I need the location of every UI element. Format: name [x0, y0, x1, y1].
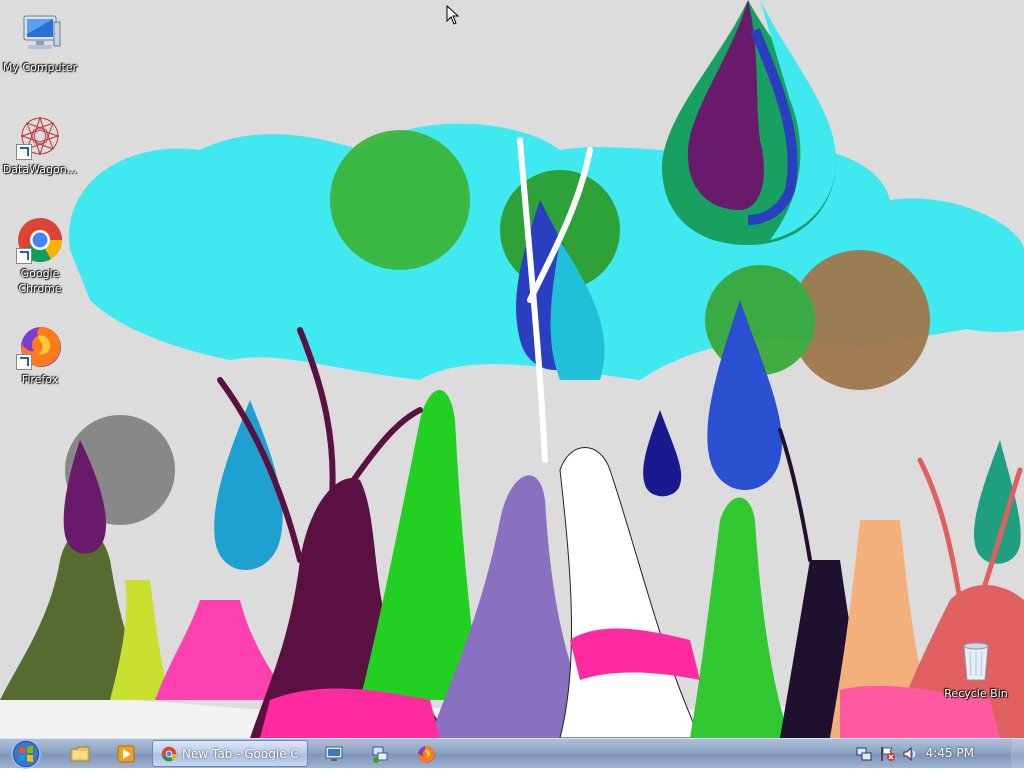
desktop-icon-label: Recycle Bin [944, 687, 1008, 700]
taskbar-chrome-window[interactable]: New Tab - Google C... [152, 740, 308, 767]
show-desktop-button[interactable] [1011, 739, 1024, 768]
wallpaper [0, 0, 1024, 738]
firefox-icon [16, 322, 64, 370]
desktop-icon-label: Google Chrome [18, 267, 62, 295]
computer-icon [16, 10, 64, 58]
file-explorer-icon [70, 746, 90, 762]
shortcut-arrow-icon [16, 144, 32, 160]
taskbar-window-title: New Tab - Google C... [182, 746, 300, 761]
action-center-flag-icon[interactable] [880, 746, 896, 766]
desktop-icon-firefox[interactable]: Firefox [0, 322, 80, 387]
desktop-icon-label: Firefox [21, 373, 59, 386]
desktop-icon-my-computer[interactable]: My Computer [0, 10, 80, 75]
desktop[interactable]: My Computer DataWagon... Google Chrome F… [0, 0, 1024, 738]
taskbar-network-tool[interactable] [362, 741, 398, 767]
taskbar-clock[interactable]: 4:45 PM [926, 746, 974, 760]
network-icon[interactable] [856, 746, 872, 766]
taskbar-remote-desktop[interactable] [316, 741, 352, 767]
desktop-icon-recycle-bin[interactable]: Recycle Bin [936, 636, 1016, 701]
taskbar-media-player[interactable] [108, 741, 144, 767]
shortcut-arrow-icon [16, 248, 32, 264]
desktop-icon-label: My Computer [2, 61, 78, 74]
volume-icon[interactable] [902, 746, 918, 766]
recycle-bin-icon [952, 636, 1000, 684]
chrome-icon [161, 746, 177, 761]
mouse-cursor-icon [446, 5, 460, 25]
desktop-icon-datawagon[interactable]: DataWagon... [0, 112, 80, 177]
remote-desktop-icon [325, 746, 343, 761]
system-tray: 4:45 PM [854, 739, 1024, 769]
taskbar-file-explorer[interactable] [62, 741, 98, 767]
shortcut-arrow-icon [16, 354, 32, 370]
start-button[interactable] [6, 739, 46, 769]
media-player-icon [117, 745, 135, 763]
taskbar-firefox[interactable] [408, 741, 444, 767]
network-tool-icon [372, 746, 388, 763]
taskbar: New Tab - Google C... 4:45 PM [0, 738, 1024, 769]
desktop-icon-google-chrome[interactable]: Google Chrome [0, 216, 80, 296]
windows-logo-icon [11, 739, 41, 769]
desktop-icon-label: DataWagon... [2, 163, 78, 176]
chrome-icon [16, 216, 64, 264]
firefox-icon [418, 746, 435, 763]
datawagon-icon [16, 112, 64, 160]
